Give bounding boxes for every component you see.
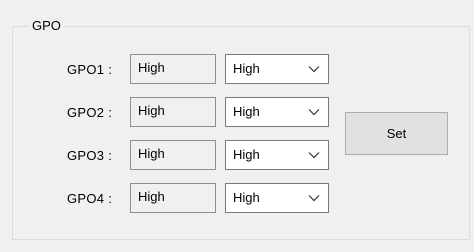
chevron-down-icon — [308, 195, 320, 202]
gpo1-level-select[interactable]: High — [225, 54, 329, 84]
gpo4-level-value: High — [233, 190, 260, 205]
gpo2-label: GPO2 : — [67, 105, 113, 120]
gpo-group-title: GPO — [28, 18, 65, 33]
gpo4-state-field: High — [130, 183, 216, 213]
gpo-row-1: GPO1 : High High — [0, 54, 474, 84]
set-button[interactable]: Set — [345, 112, 448, 155]
gpo3-level-value: High — [233, 147, 260, 162]
gpo4-label: GPO4 : — [67, 191, 113, 206]
chevron-down-icon — [308, 152, 320, 159]
gpo4-level-select[interactable]: High — [225, 183, 329, 213]
gpo1-state-field: High — [130, 54, 216, 84]
chevron-down-icon — [308, 66, 320, 73]
gpo2-level-value: High — [233, 104, 260, 119]
gpo2-state-field: High — [130, 97, 216, 127]
gpo3-state-field: High — [130, 140, 216, 170]
gpo-row-4: GPO4 : High High — [0, 183, 474, 213]
gpo2-level-select[interactable]: High — [225, 97, 329, 127]
gpo1-level-value: High — [233, 61, 260, 76]
gpo3-label: GPO3 : — [67, 148, 113, 163]
chevron-down-icon — [308, 109, 320, 116]
gpo1-label: GPO1 : — [67, 62, 113, 77]
gpo3-level-select[interactable]: High — [225, 140, 329, 170]
